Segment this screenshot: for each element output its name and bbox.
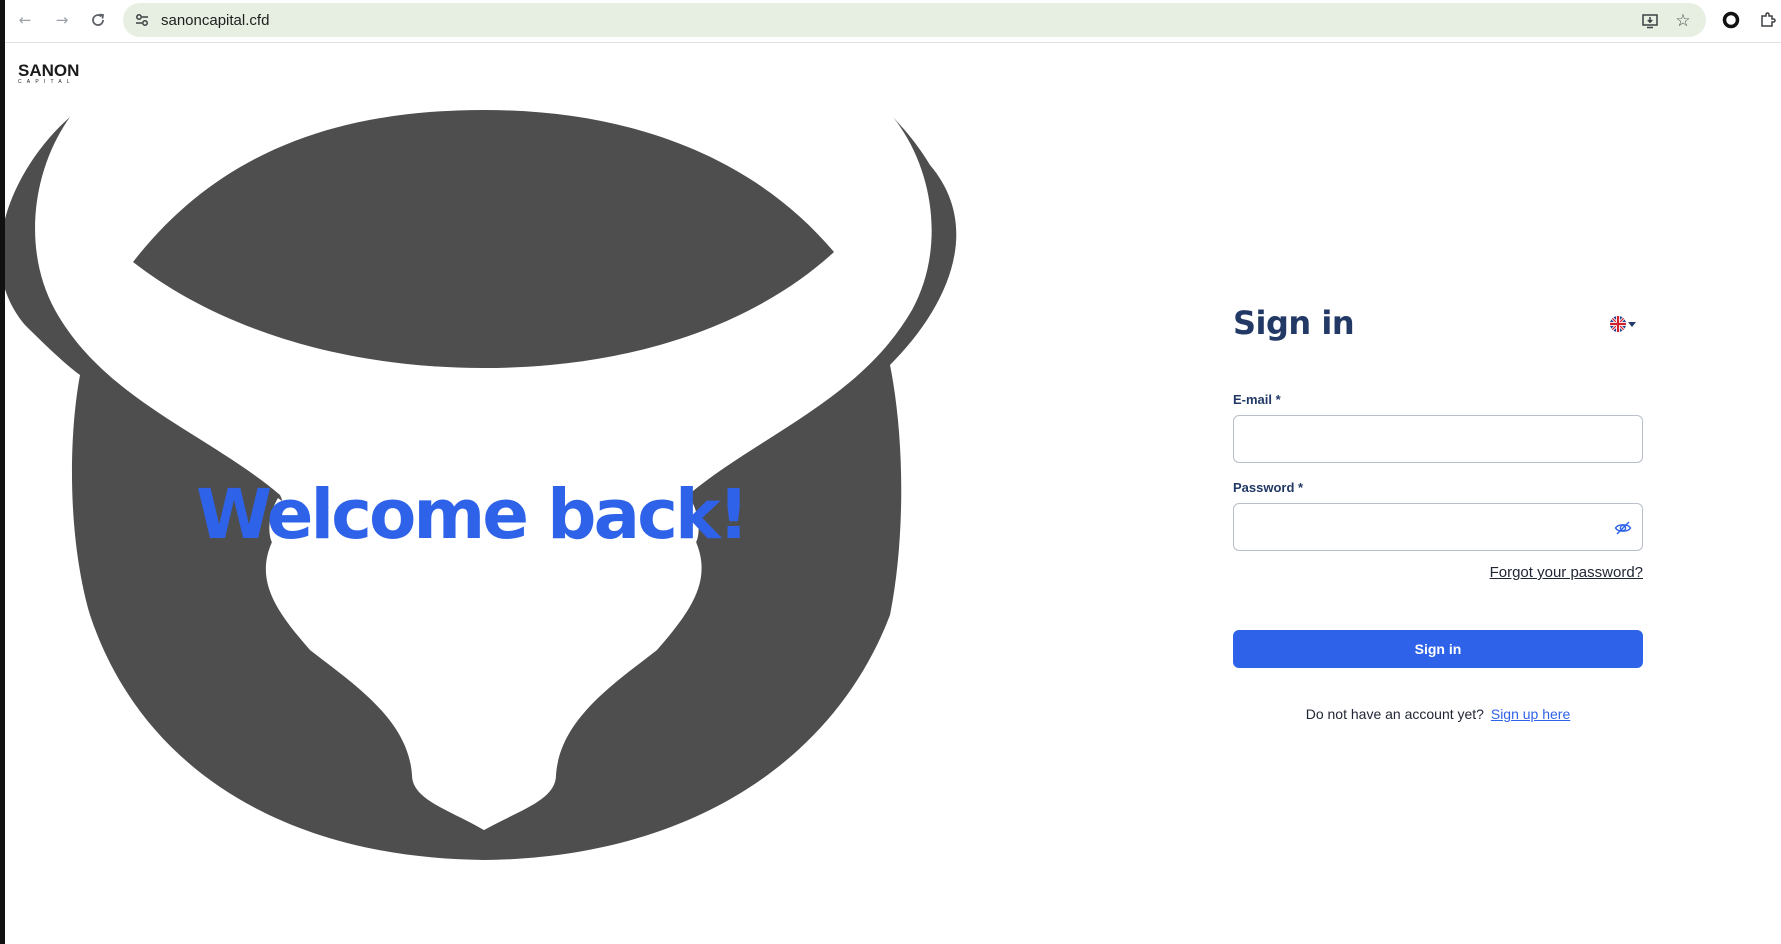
bull-forehead-shape [133,110,834,368]
browser-toolbar: ← → sanoncapital.cfd ☆ [0,0,1781,43]
reload-icon [92,13,105,26]
signin-title: Sign in [1233,304,1355,342]
password-field[interactable] [1234,504,1642,550]
password-field-wrapper [1233,503,1643,551]
signin-form: Sign in E-mail * Password * Forgot your … [1233,300,1643,730]
arrow-right-icon: → [55,11,69,29]
forward-button[interactable]: → [49,7,75,33]
arrow-left-icon: ← [18,11,32,29]
email-field-wrapper [1233,415,1643,463]
language-selector[interactable] [1610,314,1642,334]
circle-extension-icon[interactable] [1719,8,1743,32]
address-bar[interactable]: sanoncapital.cfd ☆ [123,3,1706,37]
puzzle-icon[interactable] [1756,8,1780,32]
chevron-down-icon [1628,321,1636,327]
signup-prompt: Do not have an account yet? Sign up here [1233,706,1643,722]
email-field[interactable] [1234,416,1642,462]
signup-link[interactable]: Sign up here [1491,706,1570,722]
reload-button[interactable] [85,7,111,33]
url-text[interactable]: sanoncapital.cfd [161,12,269,29]
back-button[interactable]: ← [12,7,38,33]
brand-logo[interactable]: SANON CAPITAL [18,61,88,85]
no-account-text: Do not have an account yet? [1305,706,1484,722]
email-label: E-mail * [1233,392,1281,407]
eye-off-icon[interactable] [1613,518,1633,538]
signin-button[interactable]: Sign in [1233,630,1643,668]
welcome-heading: Welcome back! [196,475,749,555]
forgot-password-link[interactable]: Forgot your password? [1490,564,1643,581]
brand-name: SANON [18,61,80,80]
tune-icon[interactable] [133,11,151,29]
star-icon[interactable]: ☆ [1672,10,1694,32]
uk-flag-icon [1610,316,1626,332]
password-label: Password * [1233,480,1304,495]
install-app-icon[interactable] [1639,10,1661,32]
window-edge [0,0,5,944]
